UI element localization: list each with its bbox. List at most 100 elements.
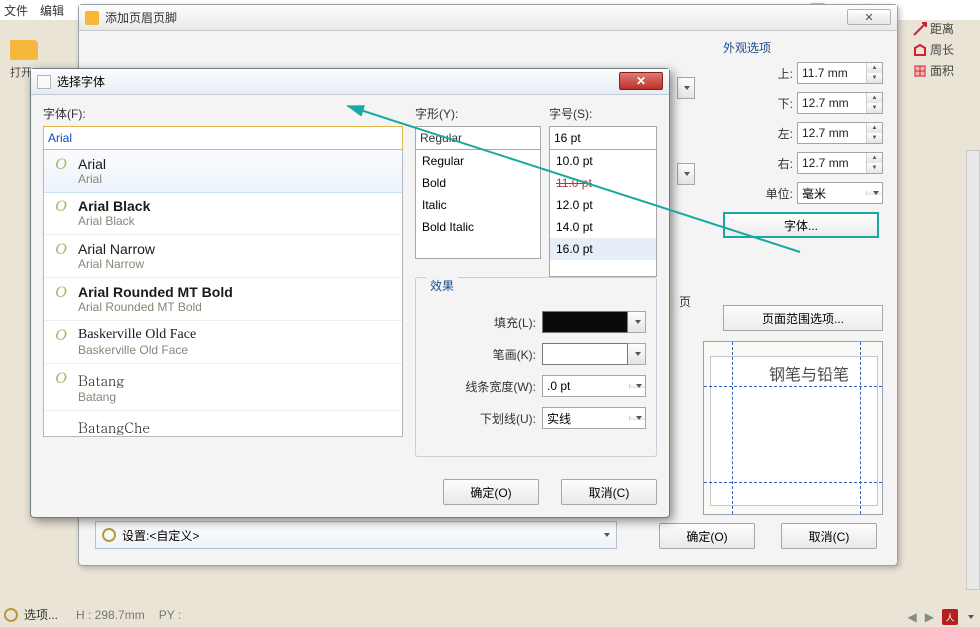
style-list[interactable]: Regular Bold Italic Bold Italic xyxy=(415,149,541,259)
area-icon xyxy=(912,63,928,79)
unit-label: 单位: xyxy=(759,185,793,202)
unit-select[interactable]: 毫米 xyxy=(797,182,883,204)
margin-bottom-spin[interactable]: 12.7 mm▲▼ xyxy=(797,92,883,114)
spin-down-icon[interactable]: ▼ xyxy=(866,103,882,113)
margin-right-spin[interactable]: 12.7 mm▲▼ xyxy=(797,152,883,174)
font-list[interactable]: OArialArial OArial BlackArial Black OAri… xyxy=(43,149,403,437)
area-label: 面积 xyxy=(930,62,954,79)
font-primary: Arial Black xyxy=(78,198,150,214)
pdf-icon[interactable]: 人 xyxy=(942,609,958,625)
stroke-dd[interactable] xyxy=(628,343,646,365)
style-item[interactable]: Italic xyxy=(416,194,540,216)
close-button[interactable]: ✕ xyxy=(847,9,891,25)
fill-dd[interactable] xyxy=(628,311,646,333)
size-item[interactable]: 12.0 pt xyxy=(550,194,656,216)
size-column: 字号(S): 10.0 pt 11.0 pt 12.0 pt 14.0 pt 1… xyxy=(549,105,657,277)
font-item-baskerville[interactable]: OBaskerville Old FaceBaskerville Old Fac… xyxy=(44,321,402,364)
margin-top-spin[interactable]: 11.7 mm▲▼ xyxy=(797,62,883,84)
margin-left-spin[interactable]: 12.7 mm▲▼ xyxy=(797,122,883,144)
style-item[interactable]: Bold xyxy=(416,172,540,194)
linewidth-select[interactable]: .0 pt xyxy=(542,375,646,397)
group-title: 外观选项 xyxy=(723,39,883,56)
margin-left-label: 左: xyxy=(767,125,793,142)
gear-icon xyxy=(4,608,18,622)
cancel-button[interactable]: 取消(C) xyxy=(781,523,877,549)
spin-down-icon[interactable]: ▼ xyxy=(866,133,882,143)
spin-down-icon[interactable]: ▼ xyxy=(866,163,882,173)
page-range-button[interactable]: 页面范围选项... xyxy=(723,305,883,331)
spin-up-icon[interactable]: ▲ xyxy=(866,123,882,133)
spin-up-icon[interactable]: ▲ xyxy=(866,63,882,73)
tool-area[interactable]: 面积 xyxy=(912,62,976,79)
status-py: PY : xyxy=(159,608,181,622)
size-list[interactable]: 10.0 pt 11.0 pt 12.0 pt 14.0 pt 16.0 pt xyxy=(549,149,657,277)
combo-chevron[interactable] xyxy=(677,163,695,185)
scrollbar[interactable] xyxy=(966,150,980,590)
font-item-batang[interactable]: OBatangBatang xyxy=(44,364,402,411)
right-tools: 距离 周长 面积 xyxy=(912,20,976,83)
otype-icon: O xyxy=(52,327,70,351)
dialog-title: 选择字体 xyxy=(57,73,105,90)
settings-label: 设置: xyxy=(122,527,149,544)
margin-right-label: 右: xyxy=(767,155,793,172)
titlebar[interactable]: 添加页眉页脚 ✕ xyxy=(79,5,897,31)
otype-icon: O xyxy=(52,284,70,308)
size-item[interactable]: 10.0 pt xyxy=(550,150,656,172)
spin-down-icon[interactable]: ▼ xyxy=(866,73,882,83)
tool-distance[interactable]: 距离 xyxy=(912,20,976,37)
style-item[interactable]: Bold Italic xyxy=(416,216,540,238)
chevron-down-icon xyxy=(684,86,690,90)
fill-label: 填充(L): xyxy=(416,314,536,331)
size-item[interactable]: 14.0 pt xyxy=(550,216,656,238)
fill-swatch[interactable] xyxy=(542,311,628,333)
options-label: 选项... xyxy=(24,606,58,623)
font-item-arial[interactable]: OArialArial xyxy=(43,149,403,193)
prev-icon[interactable]: ◀ xyxy=(908,610,917,624)
font-button[interactable]: 字体... xyxy=(723,212,879,238)
font-item-batangche[interactable]: BatangChe xyxy=(44,411,402,437)
ok-button[interactable]: 确定(O) xyxy=(443,479,539,505)
menu-file[interactable]: 文件 xyxy=(4,2,28,19)
status-options[interactable]: 选项... H : 298.7mm PY : xyxy=(4,606,181,623)
otype-icon: O xyxy=(52,370,70,394)
font-item-arial-black[interactable]: OArial BlackArial Black xyxy=(44,192,402,235)
next-icon[interactable]: ▶ xyxy=(925,610,934,624)
preview-text: 钢笔与铅笔 xyxy=(769,361,849,385)
chevron-down-icon xyxy=(635,320,641,324)
settings-bar[interactable]: 设置: <自定义> xyxy=(95,521,617,549)
size-item[interactable]: 16.0 pt xyxy=(550,238,656,260)
margin-top-label: 上: xyxy=(767,65,793,82)
spin-up-icon[interactable]: ▲ xyxy=(866,153,882,163)
font-secondary: Baskerville Old Face xyxy=(78,343,196,357)
cancel-button[interactable]: 取消(C) xyxy=(561,479,657,505)
otype-icon: O xyxy=(52,241,70,265)
otype-icon: O xyxy=(52,156,70,180)
font-item-arial-narrow[interactable]: OArial NarrowArial Narrow xyxy=(44,235,402,278)
chevron-down-icon[interactable] xyxy=(968,615,974,619)
size-input[interactable] xyxy=(549,126,657,150)
tab-page-suffix: 页 xyxy=(679,293,691,310)
distance-icon xyxy=(912,21,928,37)
dialog-title: 添加页眉页脚 xyxy=(105,9,177,26)
stroke-swatch[interactable] xyxy=(542,343,628,365)
style-item[interactable]: Regular xyxy=(416,150,540,172)
tool-perimeter[interactable]: 周长 xyxy=(912,41,976,58)
close-button[interactable]: ✕ xyxy=(619,72,663,90)
font-secondary: Arial Rounded MT Bold xyxy=(78,300,233,314)
distance-label: 距离 xyxy=(930,20,954,37)
size-label: 字号(S): xyxy=(549,105,657,122)
ok-button[interactable]: 确定(O) xyxy=(659,523,755,549)
font-input[interactable] xyxy=(43,126,403,150)
font-item-arial-rounded[interactable]: OArial Rounded MT BoldArial Rounded MT B… xyxy=(44,278,402,321)
spin-up-icon[interactable]: ▲ xyxy=(866,93,882,103)
size-item[interactable]: 11.0 pt xyxy=(550,172,656,194)
margin-left-value: 12.7 mm xyxy=(798,126,866,140)
otype-icon: O xyxy=(52,198,70,222)
linewidth-value: .0 pt xyxy=(543,379,629,393)
chevron-down-icon xyxy=(635,352,641,356)
titlebar[interactable]: 选择字体 ✕ xyxy=(31,69,669,95)
style-input[interactable] xyxy=(415,126,541,150)
combo-chevron[interactable] xyxy=(677,77,695,99)
menu-edit[interactable]: 编辑 xyxy=(40,2,64,19)
underline-select[interactable]: 实线 xyxy=(542,407,646,429)
